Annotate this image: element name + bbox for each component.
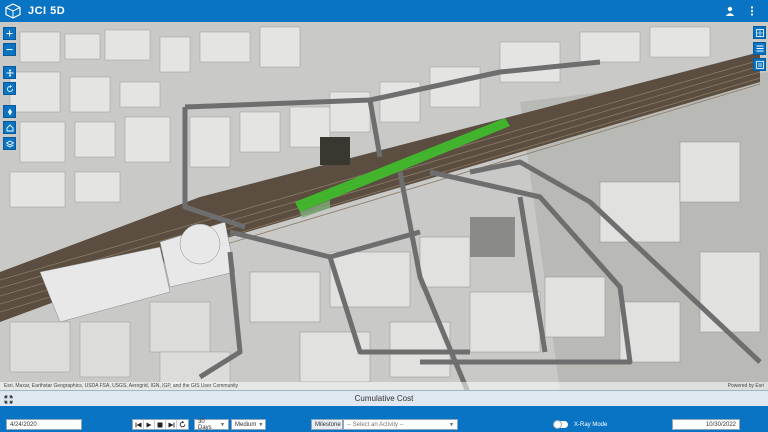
- attribution-text: Esri, Maxar, Earthstar Geographics, USDA…: [4, 383, 239, 389]
- xray-mode-toggle[interactable]: X-Ray Mode: [553, 420, 608, 429]
- play-icon[interactable]: [144, 420, 155, 429]
- interval-select[interactable]: 30 Days ▼: [194, 418, 229, 431]
- zoom-in-icon[interactable]: [3, 27, 16, 40]
- activity-select[interactable]: -- Select an Activity -- ▼: [343, 419, 458, 430]
- map-left-toolbar: [3, 27, 16, 150]
- chevron-down-icon: ▼: [220, 421, 225, 428]
- home-icon[interactable]: [3, 121, 16, 134]
- user-icon[interactable]: [724, 5, 736, 17]
- powered-by-text[interactable]: Powered by Esri: [728, 382, 764, 390]
- skip-forward-icon[interactable]: [166, 420, 177, 429]
- milestone-label: Milestone: [311, 419, 343, 430]
- xray-mode-label: X-Ray Mode: [574, 421, 608, 428]
- chevron-down-icon: ▼: [449, 421, 454, 428]
- replay-icon[interactable]: [177, 420, 188, 429]
- speed-value: Medium: [235, 421, 257, 428]
- start-date-field[interactable]: 4/24/2020: [6, 419, 82, 430]
- playback-controls: [132, 419, 189, 430]
- layers-icon[interactable]: [3, 137, 16, 150]
- map-attribution: Esri, Maxar, Earthstar Geographics, USDA…: [0, 382, 768, 390]
- stop-icon[interactable]: [155, 420, 166, 429]
- app-header: JCI 5D: [0, 0, 768, 22]
- list-icon[interactable]: [753, 42, 766, 55]
- compass-icon[interactable]: [3, 105, 16, 118]
- timeline-controls: 4/24/2020 30 Days ▼ Medium ▼ Milestone -…: [0, 406, 768, 432]
- expand-icon[interactable]: [3, 394, 13, 404]
- basemap-gallery-icon[interactable]: [753, 26, 766, 39]
- more-vertical-icon[interactable]: [746, 5, 758, 17]
- cumulative-cost-bar[interactable]: Cumulative Cost: [0, 390, 768, 406]
- map-right-toolbar: [753, 26, 766, 71]
- cube-logo-icon: [4, 2, 22, 20]
- legend-icon[interactable]: [753, 58, 766, 71]
- app-title: JCI 5D: [28, 5, 66, 17]
- map-view[interactable]: Esri, Maxar, Earthstar Geographics, USDA…: [0, 22, 768, 390]
- end-date-field[interactable]: 10/30/2022: [672, 419, 740, 430]
- zoom-out-icon[interactable]: [3, 43, 16, 56]
- chevron-down-icon: ▼: [258, 421, 264, 428]
- cumulative-cost-title: Cumulative Cost: [354, 394, 414, 403]
- aerial-scene: [0, 22, 768, 390]
- xray-toggle-switch[interactable]: [553, 420, 568, 429]
- interval-value: 30 Days: [198, 418, 212, 431]
- rotate-icon[interactable]: [3, 82, 16, 95]
- skip-back-icon[interactable]: [133, 420, 144, 429]
- app-root: JCI 5D Esri, Maxar, Earthstar Geographic…: [0, 0, 768, 432]
- activity-placeholder: -- Select an Activity --: [347, 421, 404, 428]
- pan-icon[interactable]: [3, 66, 16, 79]
- speed-select[interactable]: Medium ▼: [231, 419, 266, 430]
